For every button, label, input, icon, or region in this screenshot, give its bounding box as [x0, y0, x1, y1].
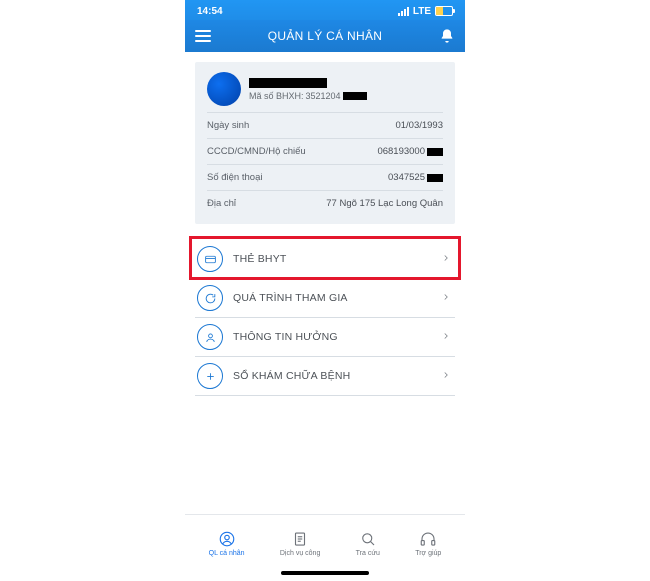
row-address: Địa chỉ 77 Ngõ 175 Lạc Long Quân [207, 190, 443, 216]
status-time: 14:54 [197, 6, 223, 17]
menu-item-benefits[interactable]: THÔNG TIN HƯỞNG [195, 318, 455, 357]
row-phone: Số điện thoại 0347525 [207, 164, 443, 190]
content-area: Mã số BHXH: 3521204 Ngày sinh 01/03/1993… [185, 52, 465, 514]
search-icon [359, 530, 377, 548]
menu-item-bhyt[interactable]: THẺ BHYT [195, 240, 455, 279]
bhxh-number: 3521204 [306, 91, 341, 101]
user-icon [197, 324, 223, 350]
menu-item-participation[interactable]: QUÁ TRÌNH THAM GIA [195, 279, 455, 318]
bhxh-redacted [343, 92, 367, 100]
user-circle-icon [218, 530, 236, 548]
profile-card: Mã số BHXH: 3521204 Ngày sinh 01/03/1993… [195, 62, 455, 224]
id-value-text: 068193000 [377, 146, 425, 157]
phone-value: 0347525 [388, 172, 443, 183]
id-redacted [427, 148, 443, 156]
avatar [207, 72, 241, 106]
row-id: CCCD/CMND/Hộ chiếu 068193000 [207, 138, 443, 164]
tab-lookup-label: Tra cứu [356, 550, 380, 557]
status-right: LTE [398, 6, 453, 17]
notification-icon[interactable] [439, 28, 455, 44]
tab-public-service-label: Dịch vụ công [280, 550, 320, 557]
row-dob: Ngày sinh 01/03/1993 [207, 112, 443, 138]
profile-name-block: Mã số BHXH: 3521204 [249, 78, 367, 101]
headset-icon [419, 530, 437, 548]
tab-personal-label: QL cá nhân [209, 550, 245, 557]
dob-label: Ngày sinh [207, 120, 249, 131]
addr-label: Địa chỉ [207, 198, 236, 209]
dob-value: 01/03/1993 [395, 120, 443, 131]
menu-list: THẺ BHYT QUÁ TRÌNH THAM GIA T [195, 240, 455, 396]
battery-icon [435, 6, 453, 16]
tab-personal[interactable]: QL cá nhân [209, 530, 245, 557]
phone-redacted [427, 174, 443, 182]
chevron-right-icon [441, 328, 451, 346]
signal-icon [398, 7, 409, 16]
plus-icon [197, 363, 223, 389]
menu-item-health-book[interactable]: SỔ KHÁM CHỮA BỆNH [195, 357, 455, 396]
phone-value-text: 0347525 [388, 172, 425, 183]
tab-support[interactable]: Trợ giúp [415, 530, 441, 557]
bhxh-line: Mã số BHXH: 3521204 [249, 91, 367, 101]
id-value: 068193000 [377, 146, 443, 157]
tab-lookup[interactable]: Tra cứu [356, 530, 380, 557]
network-label: LTE [413, 6, 431, 17]
phone-frame: 14:54 LTE QUẢN LÝ CÁ NHÂN [185, 0, 465, 581]
menu-icon[interactable] [195, 30, 211, 42]
profile-header: Mã số BHXH: 3521204 [207, 72, 443, 106]
addr-value: 77 Ngõ 175 Lạc Long Quân [326, 198, 443, 209]
menu-label-participation: QUÁ TRÌNH THAM GIA [233, 292, 431, 304]
phone-label: Số điện thoại [207, 172, 262, 183]
status-bar: 14:54 LTE [185, 0, 465, 20]
page-title: QUẢN LÝ CÁ NHÂN [268, 29, 383, 43]
home-indicator [185, 569, 465, 581]
refresh-icon [197, 285, 223, 311]
app-header: QUẢN LÝ CÁ NHÂN [185, 20, 465, 52]
document-icon [291, 530, 309, 548]
bhxh-label: Mã số BHXH: [249, 91, 304, 101]
tab-public-service[interactable]: Dịch vụ công [280, 530, 320, 557]
chevron-right-icon [441, 367, 451, 385]
tab-bar: QL cá nhân Dịch vụ công Tra cứu Trợ giúp [185, 514, 465, 569]
menu-label-health-book: SỔ KHÁM CHỮA BỆNH [233, 370, 431, 382]
id-label: CCCD/CMND/Hộ chiếu [207, 146, 306, 157]
menu-label-benefits: THÔNG TIN HƯỞNG [233, 331, 431, 343]
menu-label-bhyt: THẺ BHYT [233, 253, 431, 265]
chevron-right-icon [441, 289, 451, 307]
name-redacted [249, 78, 327, 88]
tab-support-label: Trợ giúp [415, 550, 441, 557]
card-icon [197, 246, 223, 272]
chevron-right-icon [441, 250, 451, 268]
